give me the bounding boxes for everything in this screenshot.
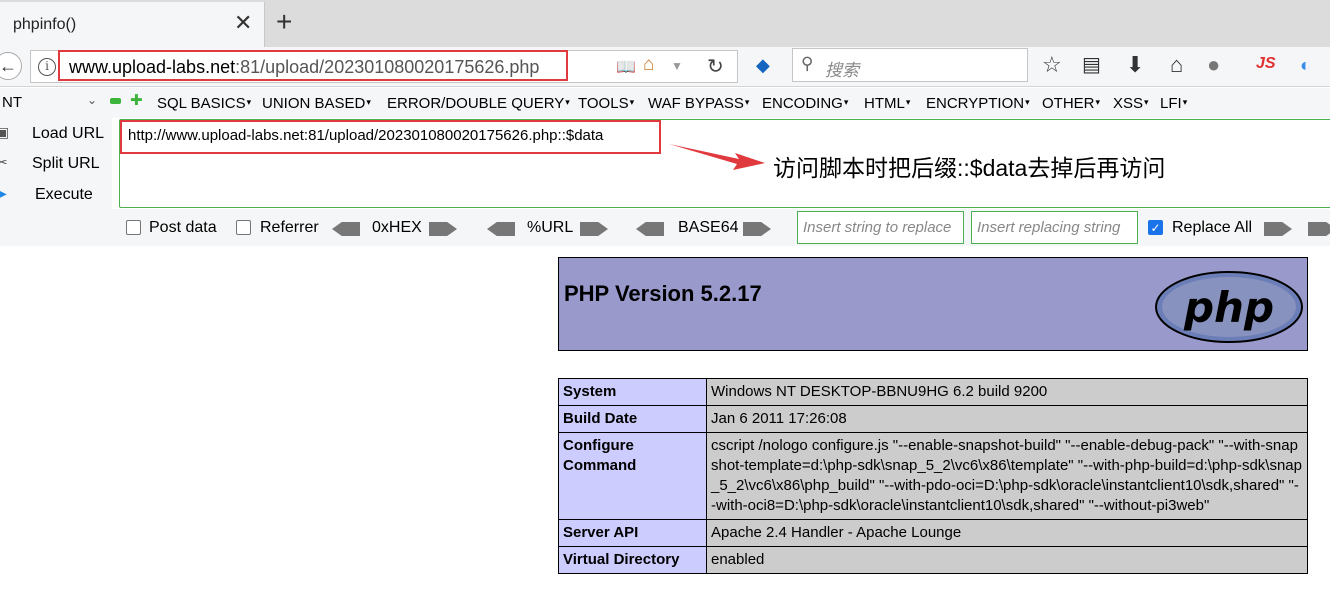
home-icon[interactable]: ⌂ — [1170, 52, 1183, 78]
annotation-arrow-icon — [669, 144, 765, 170]
url-enc-label: %URL — [527, 219, 574, 236]
library-icon[interactable]: ▤ — [1082, 52, 1101, 78]
table-row: Virtual Directory enabled — [558, 546, 1308, 574]
menu-lfi[interactable]: LFI — [1160, 95, 1187, 112]
row-value: Jan 6 2011 17:26:08 — [706, 405, 1308, 433]
row-key: Build Date — [558, 405, 707, 433]
load-icon: ▣ — [0, 124, 10, 140]
info-icon[interactable]: i — [38, 58, 56, 76]
execute-button[interactable]: ▶ Execute — [0, 183, 112, 209]
php-logo-icon: php — [1155, 271, 1303, 343]
load-url-button[interactable]: ▣ Load URL — [0, 122, 112, 148]
translate-icon[interactable]: ◐ — [1300, 52, 1311, 78]
menu-error-double-query[interactable]: ERROR/DOUBLE QUERY — [387, 95, 570, 112]
scissors-icon: ✂ — [0, 154, 8, 170]
menu-encryption[interactable]: ENCRYPTION — [926, 95, 1030, 112]
tab-phpinfo[interactable]: phpinfo() ✕ — [0, 2, 265, 47]
url-path: :81/upload/202301080020175626.php — [235, 57, 540, 77]
replace-icon[interactable] — [1264, 222, 1292, 236]
search-icon: ⚲ — [801, 54, 814, 73]
phpinfo-table: System Windows NT DESKTOP-BBNU9HG 6.2 bu… — [558, 378, 1308, 574]
minus-icon[interactable] — [110, 98, 121, 104]
replace-all-checkbox[interactable]: ✓ — [1148, 220, 1163, 235]
reader-view-icon[interactable]: 📖 — [616, 57, 636, 77]
row-key: Virtual Directory — [558, 546, 707, 574]
row-key: Configure Command — [558, 432, 707, 520]
row-value: cscript /nologo configure.js "--enable-s… — [706, 432, 1308, 520]
chevron-down-icon: ⌄ — [87, 93, 98, 107]
hackbar-options: Post data Referrer 0xHEX %URL BASE64 Ins… — [112, 209, 1330, 246]
row-value: Windows NT DESKTOP-BBNU9HG 6.2 build 920… — [706, 378, 1308, 406]
extension-icon[interactable]: ◆ — [756, 55, 770, 76]
table-row: Build Date Jan 6 2011 17:26:08 — [558, 405, 1308, 433]
post-data-label: Post data — [149, 219, 217, 236]
plus-icon[interactable]: ✚ — [130, 93, 143, 108]
dropdown-icon[interactable]: ▼ — [671, 59, 683, 73]
table-row: Configure Command cscript /nologo config… — [558, 432, 1308, 520]
menu-sql-basics[interactable]: SQL BASICS — [157, 95, 251, 112]
base64-label: BASE64 — [678, 219, 739, 236]
menu-union-based[interactable]: UNION BASED — [262, 95, 371, 112]
referrer-label: Referrer — [260, 219, 319, 236]
url-highlight-box: http://www.upload-labs.net:81/upload/202… — [120, 120, 661, 154]
hex-encode-icon[interactable] — [429, 222, 457, 236]
load-url-label: Load URL — [32, 125, 105, 142]
table-row: System Windows NT DESKTOP-BBNU9HG 6.2 bu… — [558, 378, 1308, 406]
replace-string-input[interactable]: Insert string to replace — [797, 211, 964, 244]
hex-decode-icon[interactable] — [332, 222, 360, 236]
url-decode-icon[interactable] — [487, 222, 515, 236]
row-value: Apache 2.4 Handler - Apache Lounge — [706, 519, 1308, 547]
replace-all-label: Replace All — [1172, 219, 1253, 236]
split-url-label: Split URL — [32, 155, 100, 172]
search-placeholder: 搜索 — [825, 61, 859, 80]
split-url-button[interactable]: ✂ Split URL — [0, 152, 112, 178]
download-icon[interactable]: ⬇ — [1126, 52, 1144, 78]
tab-strip: phpinfo() ✕ + — [0, 0, 1330, 47]
annotation-text: 访问脚本时把后缀::$data去掉后再访问 — [773, 155, 1166, 181]
star-icon[interactable]: ☆ — [1042, 52, 1062, 78]
menu-html[interactable]: HTML — [864, 95, 910, 112]
page-title: PHP Version 5.2.17 — [564, 281, 762, 306]
referrer-checkbox[interactable] — [236, 220, 251, 235]
post-data-checkbox[interactable] — [126, 220, 141, 235]
hex-label: 0xHEX — [372, 219, 422, 236]
menu-encoding[interactable]: ENCODING — [762, 95, 848, 112]
hackbar-select-value: NT — [2, 94, 22, 111]
url-host: www.upload-labs.net — [69, 57, 236, 77]
house-icon[interactable]: ⌂ — [643, 54, 654, 76]
new-tab-icon[interactable]: + — [276, 8, 292, 36]
row-key: System — [558, 378, 707, 406]
menu-xss[interactable]: XSS — [1113, 95, 1149, 112]
back-icon[interactable]: ← — [0, 52, 22, 80]
hackbar-menu: NT ⌄ ✚ SQL BASICS UNION BASED ERROR/DOUB… — [0, 88, 1330, 118]
hackbar-url-value: http://www.upload-labs.net:81/upload/202… — [128, 127, 604, 144]
url-highlight-box: www.upload-labs.net:81/upload/2023010800… — [58, 50, 568, 81]
globe-icon[interactable]: ● — [1207, 52, 1220, 78]
row-value: enabled — [706, 546, 1308, 574]
hackbar-select[interactable]: NT ⌄ — [0, 91, 103, 115]
replacing-string-placeholder: Insert replacing string — [977, 219, 1121, 236]
replace-next-icon[interactable] — [1308, 222, 1330, 236]
play-icon: ▶ — [0, 185, 7, 201]
menu-other[interactable]: OTHER — [1042, 95, 1100, 112]
menu-waf-bypass[interactable]: WAF BYPASS — [648, 95, 749, 112]
close-icon[interactable]: ✕ — [234, 12, 252, 34]
base64-encode-icon[interactable] — [743, 222, 771, 236]
execute-label: Execute — [35, 186, 93, 203]
php-version-header: PHP Version 5.2.17 php — [558, 257, 1308, 351]
menu-tools[interactable]: TOOLS — [578, 95, 634, 112]
base64-decode-icon[interactable] — [636, 222, 664, 236]
replacing-string-input[interactable]: Insert replacing string — [971, 211, 1138, 244]
url-encode-icon[interactable] — [580, 222, 608, 236]
replace-string-placeholder: Insert string to replace — [803, 219, 952, 236]
url-text[interactable]: www.upload-labs.net:81/upload/2023010800… — [69, 57, 539, 78]
table-row: Server API Apache 2.4 Handler - Apache L… — [558, 519, 1308, 547]
php-logo-text: php — [1183, 283, 1274, 332]
tab-title: phpinfo() — [13, 16, 77, 33]
reload-icon[interactable]: ↻ — [707, 54, 724, 79]
row-key: Server API — [558, 519, 707, 547]
js-icon[interactable]: JS — [1256, 55, 1276, 73]
hackbar-side: ▣ Load URL ✂ Split URL ▶ Execute — [0, 118, 112, 246]
search-input[interactable]: ⚲ 搜索 — [792, 48, 1028, 82]
